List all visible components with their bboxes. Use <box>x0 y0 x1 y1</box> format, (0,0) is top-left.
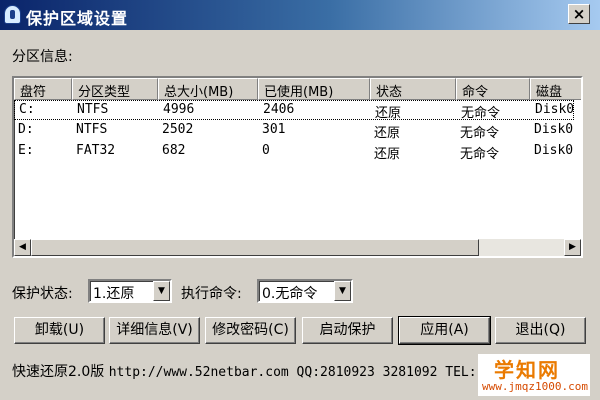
cell-type: NTFS <box>77 102 109 117</box>
cell-type: FAT32 <box>76 143 116 158</box>
cell-command: 无命令 <box>460 126 500 141</box>
scroll-right-icon[interactable]: ▶ <box>564 239 581 256</box>
protect-state-select[interactable]: 1.还原 ▼ <box>88 279 172 303</box>
cell-disk: Disk0 <box>535 102 575 117</box>
details-button[interactable]: 详细信息(V) <box>109 317 200 344</box>
scroll-thumb[interactable] <box>31 239 479 256</box>
exec-command-select[interactable]: 0.无命令 ▼ <box>257 279 353 303</box>
protect-state-label: 保护状态: <box>12 286 73 302</box>
table-row[interactable]: D: NTFS 2502 301 还原 无命令 Disk0 <box>14 121 574 141</box>
chevron-down-icon[interactable]: ▼ <box>153 281 170 301</box>
column-header-type[interactable]: 分区类型 <box>72 78 158 100</box>
column-header-status[interactable]: 状态 <box>370 78 456 100</box>
shield-icon <box>4 5 21 24</box>
column-header-used[interactable]: 已使用(MB) <box>258 78 370 100</box>
status-line: 快速还原2.0版 http://www.52netbar.com QQ:2810… <box>12 361 484 381</box>
title-bar: 保护区域设置 × <box>0 0 600 30</box>
cell-used: 301 <box>262 122 286 137</box>
cell-command: 无命令 <box>461 106 501 121</box>
cell-status: 还原 <box>375 106 402 121</box>
table-row[interactable]: E: FAT32 682 0 还原 无命令 Disk0 <box>14 142 574 162</box>
watermark-name: 学知网 <box>494 358 560 382</box>
apply-button[interactable]: 应用(A) <box>398 316 491 345</box>
cell-total: 4996 <box>163 102 195 117</box>
close-button[interactable]: × <box>568 4 590 24</box>
horizontal-scrollbar[interactable]: ◀ ▶ <box>14 239 581 256</box>
cell-command: 无命令 <box>460 147 500 162</box>
chevron-down-icon[interactable]: ▼ <box>334 281 351 301</box>
watermark-url: www.jmqz1000.com <box>482 380 588 393</box>
column-header-disk[interactable]: 磁盘 <box>530 78 581 100</box>
column-header-drive[interactable]: 盘符 <box>14 78 72 100</box>
change-password-button[interactable]: 修改密码(C) <box>205 317 296 344</box>
exec-command-value: 0.无命令 <box>262 286 318 302</box>
window-title: 保护区域设置 <box>26 9 129 28</box>
protect-state-value: 1.还原 <box>93 286 135 302</box>
cell-drive: C: <box>19 102 35 117</box>
version-text: 快速还原2.0版 <box>12 364 105 380</box>
cell-drive: D: <box>18 122 34 137</box>
watermark-logo: 学知网 www.jmqz1000.com <box>478 354 590 396</box>
cell-used: 2406 <box>263 102 295 117</box>
scroll-left-icon[interactable]: ◀ <box>14 239 31 256</box>
uninstall-button[interactable]: 卸载(U) <box>14 317 105 344</box>
cell-disk: Disk0 <box>534 143 574 158</box>
cell-used: 0 <box>262 143 270 158</box>
cell-status: 还原 <box>374 147 401 162</box>
column-header-total[interactable]: 总大小(MB) <box>158 78 258 100</box>
cell-drive: E: <box>18 143 34 158</box>
cell-status: 还原 <box>374 126 401 141</box>
cell-total: 2502 <box>162 122 194 137</box>
list-header: 盘符 分区类型 总大小(MB) 已使用(MB) 状态 命令 磁盘 <box>14 78 581 100</box>
partition-list[interactable]: 盘符 分区类型 总大小(MB) 已使用(MB) 状态 命令 磁盘 C: NTFS… <box>12 76 583 258</box>
partition-info-label: 分区信息: <box>12 49 73 65</box>
column-header-command[interactable]: 命令 <box>456 78 530 100</box>
start-protect-button[interactable]: 启动保护 <box>302 317 393 344</box>
table-row[interactable]: C: NTFS 4996 2406 还原 无命令 Disk0 <box>14 100 575 121</box>
exec-command-label: 执行命令: <box>181 286 242 302</box>
exit-button[interactable]: 退出(Q) <box>495 317 586 344</box>
cell-total: 682 <box>162 143 186 158</box>
cell-type: NTFS <box>76 122 108 137</box>
contact-text: http://www.52netbar.com QQ:2810923 32810… <box>108 365 485 380</box>
cell-disk: Disk0 <box>534 122 574 137</box>
